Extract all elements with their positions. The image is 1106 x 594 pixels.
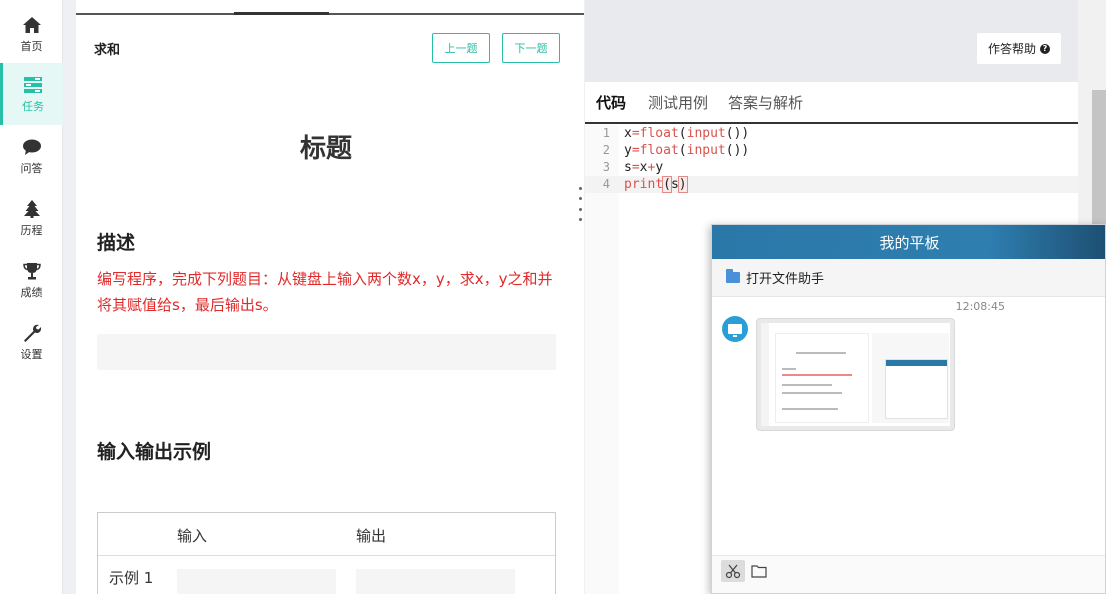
scissors-icon[interactable] — [721, 560, 745, 582]
sidebar-item-label: 问答 — [20, 161, 43, 175]
monitor-icon — [728, 324, 742, 337]
folder-icon — [726, 269, 740, 283]
code-text: print(s) — [624, 176, 688, 193]
io-examples-heading: 输入输出示例 — [97, 441, 212, 463]
screenshot-thumbnail[interactable] — [756, 318, 955, 431]
problem-top-tabbar — [76, 0, 584, 15]
example-output-cell — [356, 569, 515, 594]
code-line: 3 s=x+y — [585, 159, 1078, 176]
open-file-helper[interactable]: 打开文件助手 — [712, 259, 1105, 297]
problem-heading: 标题 — [299, 134, 352, 164]
sidebar-item-label: 历程 — [20, 223, 43, 237]
example-row-label: 示例 1 — [109, 569, 154, 587]
sidebar-item-qa[interactable]: 问答 — [0, 125, 63, 187]
sidebar-item-settings[interactable]: 设置 — [0, 311, 63, 373]
example-input-cell — [177, 569, 336, 594]
sidebar-item-home[interactable]: 首页 — [0, 3, 63, 65]
description-heading: 描述 — [97, 232, 136, 254]
panel-resize-handle[interactable] — [577, 187, 583, 221]
description-code-block — [97, 334, 556, 370]
line-number: 3 — [602, 160, 610, 174]
sidebar-item-label: 首页 — [20, 39, 43, 53]
tasks-icon — [24, 76, 42, 93]
folder-open-icon[interactable] — [747, 560, 771, 582]
answer-help-button[interactable]: 作答帮助 ? — [977, 33, 1061, 64]
trophy-icon — [22, 262, 41, 279]
question-icon: ? — [1040, 43, 1050, 54]
tab-test-cases[interactable]: 测试用例 — [648, 92, 708, 113]
sidebar-item-history[interactable]: 历程 — [0, 187, 63, 249]
tree-icon — [23, 199, 40, 218]
table-divider — [98, 555, 555, 556]
editor-tabs: 代码 测试用例 答案与解析 — [585, 82, 1078, 124]
code-text: x=float(input()) — [624, 126, 750, 141]
sidebar-item-label: 任务 — [22, 99, 44, 113]
code-text: s=x+y — [624, 160, 664, 175]
problem-panel: 求和 上一题 下一题 标题 描述 编写程序，完成下列题目：从键盘上输入两个数x，… — [76, 0, 584, 594]
code-line-current: 4 print(s) — [585, 176, 1078, 193]
active-tab-indicator — [234, 12, 329, 15]
line-number: 4 — [602, 177, 610, 191]
chat-input-toolbar — [712, 555, 1105, 593]
problem-description: 编写程序，完成下列题目：从键盘上输入两个数x，y，求x，y之和并将其赋值给s，最… — [97, 270, 553, 314]
output-column-header: 输出 — [356, 527, 387, 545]
io-examples-table: 输入 输出 示例 1 — [97, 512, 556, 594]
tab-code[interactable]: 代码 — [596, 92, 626, 113]
sidebar-nav: 首页 任务 问答 历程 成绩 设置 — [0, 0, 63, 594]
file-helper-label: 打开文件助手 — [746, 272, 825, 287]
sidebar-item-label: 设置 — [20, 347, 43, 361]
message-timestamp: 12:08:45 — [955, 300, 1005, 313]
code-text: y=float(input()) — [624, 143, 750, 158]
input-column-header: 输入 — [177, 527, 208, 545]
tab-answer-analysis[interactable]: 答案与解析 — [728, 92, 803, 113]
line-number: 2 — [602, 143, 610, 157]
wrench-icon — [23, 324, 41, 342]
editor-toolbar: 作答帮助 ? — [585, 0, 1078, 82]
line-gutter — [585, 125, 619, 594]
prev-problem-button[interactable]: 上一题 — [432, 33, 490, 63]
next-problem-button[interactable]: 下一题 — [502, 33, 560, 63]
code-line: 2 y=float(input()) — [585, 142, 1078, 159]
chat-icon — [22, 139, 41, 155]
line-number: 1 — [602, 126, 610, 140]
device-avatar — [722, 316, 748, 342]
chat-window-title: 我的平板 — [712, 225, 1105, 259]
sidebar-item-tasks[interactable]: 任务 — [0, 63, 63, 125]
help-label: 作答帮助 — [987, 42, 1036, 56]
sidebar-item-scores[interactable]: 成绩 — [0, 249, 63, 311]
home-icon — [22, 16, 41, 33]
tablet-chat-window: 我的平板 打开文件助手 12:08:45 — [711, 224, 1106, 594]
problem-title: 求和 — [94, 43, 121, 58]
sidebar-item-label: 成绩 — [20, 285, 43, 299]
code-line: 1 x=float(input()) — [585, 125, 1078, 142]
